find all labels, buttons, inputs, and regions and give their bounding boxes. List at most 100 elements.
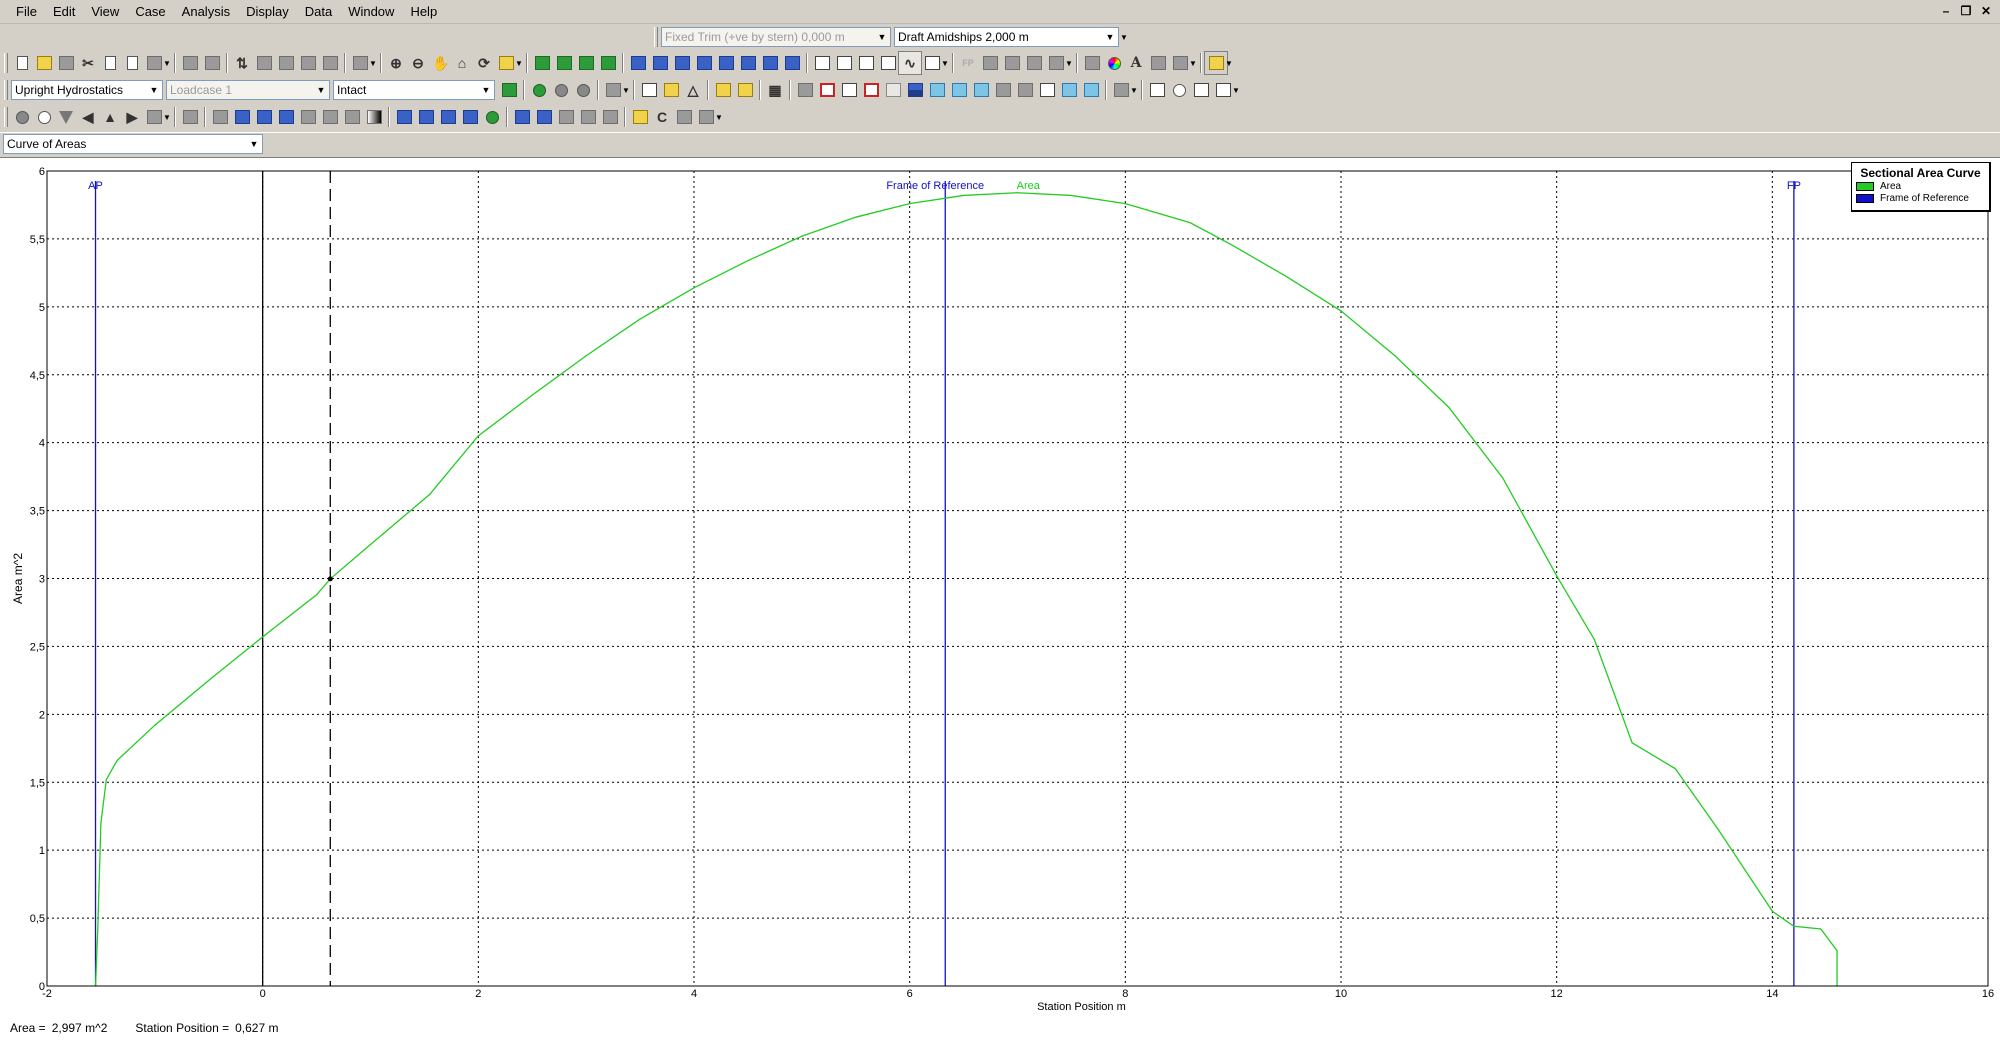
- grid-button-4[interactable]: [1045, 52, 1067, 74]
- data-button-2[interactable]: [533, 106, 555, 128]
- window-button-5[interactable]: [921, 52, 943, 74]
- tank-tool-3[interactable]: [838, 79, 860, 101]
- shape-tool-2[interactable]: [1168, 79, 1190, 101]
- grid-button-2[interactable]: [1001, 52, 1023, 74]
- chevron-down-icon[interactable]: ▼: [941, 59, 949, 68]
- tank-tool-5[interactable]: [882, 79, 904, 101]
- view-button-7[interactable]: [341, 106, 363, 128]
- chevron-down-icon[interactable]: ▼: [147, 82, 161, 98]
- fp-button[interactable]: FP: [957, 52, 979, 74]
- tank-tool-11[interactable]: [1014, 79, 1036, 101]
- section-button-2[interactable]: [660, 79, 682, 101]
- tank-tool-12[interactable]: [1036, 79, 1058, 101]
- analysis-type-combo[interactable]: Upright Hydrostatics ▼: [11, 80, 163, 100]
- color-button[interactable]: [1103, 52, 1125, 74]
- chevron-down-icon[interactable]: ▼: [1103, 29, 1117, 45]
- toolbar-grip[interactable]: [4, 80, 8, 100]
- view-button-1[interactable]: [209, 106, 231, 128]
- table-button[interactable]: [179, 52, 201, 74]
- window-button-3[interactable]: [855, 52, 877, 74]
- pause-button[interactable]: [550, 79, 572, 101]
- minimize-icon[interactable]: –: [1938, 3, 1954, 19]
- menu-data[interactable]: Data: [297, 2, 340, 21]
- run-button[interactable]: [528, 79, 550, 101]
- grid-button-1[interactable]: [979, 52, 1001, 74]
- chevron-down-icon[interactable]: ▼: [622, 86, 630, 95]
- cb-button[interactable]: C: [651, 106, 673, 128]
- tank-button-6[interactable]: [737, 52, 759, 74]
- tank-tool-13[interactable]: [1058, 79, 1080, 101]
- data-button-5[interactable]: [599, 106, 621, 128]
- window-button-4[interactable]: [877, 52, 899, 74]
- section-button-3[interactable]: △: [682, 79, 704, 101]
- start-analysis-button[interactable]: [1204, 51, 1228, 75]
- wedge-button[interactable]: [143, 106, 165, 128]
- chevron-down-icon[interactable]: ▼: [479, 82, 493, 98]
- load-button[interactable]: [179, 106, 201, 128]
- data-button-4[interactable]: [577, 106, 599, 128]
- insert-row-button[interactable]: [297, 52, 319, 74]
- home-view-button[interactable]: ⌂: [451, 52, 473, 74]
- wave-button-3[interactable]: [437, 106, 459, 128]
- chevron-down-icon[interactable]: ▼: [1065, 59, 1073, 68]
- tank-tool-14[interactable]: [1080, 79, 1102, 101]
- menu-window[interactable]: Window: [340, 2, 402, 21]
- shape-tool-3[interactable]: [1190, 79, 1212, 101]
- open-button[interactable]: [33, 52, 55, 74]
- chevron-down-icon[interactable]: ▼: [1232, 86, 1240, 95]
- section-button-1[interactable]: [638, 79, 660, 101]
- cone-button[interactable]: [55, 106, 77, 128]
- menu-case[interactable]: Case: [127, 2, 173, 21]
- tank-button-4[interactable]: [693, 52, 715, 74]
- data-button-1[interactable]: [511, 106, 533, 128]
- print-button[interactable]: [143, 52, 165, 74]
- wave-button-1[interactable]: [393, 106, 415, 128]
- view-button-5[interactable]: [297, 106, 319, 128]
- pan-button[interactable]: ✋: [429, 52, 451, 74]
- menu-file[interactable]: File: [8, 2, 45, 21]
- hull-button-1[interactable]: [531, 52, 553, 74]
- loadcase-combo[interactable]: Loadcase 1 ▼: [166, 80, 330, 100]
- window-button-2[interactable]: [833, 52, 855, 74]
- chevron-down-icon[interactable]: ▼: [875, 29, 889, 45]
- curve-of-areas-chart[interactable]: AP FPFrame of Reference Area -2 0 2 4 6 8 10 12 1…: [0, 158, 2000, 1016]
- toolbar-grip[interactable]: [654, 27, 658, 47]
- restore-icon[interactable]: ❐: [1958, 3, 1974, 19]
- tank-tool-8[interactable]: [948, 79, 970, 101]
- tank-tool-10[interactable]: [992, 79, 1014, 101]
- tank-tool-1[interactable]: [794, 79, 816, 101]
- view-button-2[interactable]: [231, 106, 253, 128]
- chevron-down-icon[interactable]: ▼: [163, 59, 171, 68]
- tank-button-5[interactable]: [715, 52, 737, 74]
- font-button[interactable]: A: [1125, 52, 1147, 74]
- chart-legend[interactable]: Sectional Area Curve Area Frame of Refer…: [1851, 162, 1991, 212]
- shape-tool-4[interactable]: [1212, 79, 1234, 101]
- grid-button-3[interactable]: [1023, 52, 1045, 74]
- chevron-down-icon[interactable]: ▼: [1189, 59, 1197, 68]
- tank-button-2[interactable]: [649, 52, 671, 74]
- tank-tool-2[interactable]: [816, 79, 838, 101]
- grid-tool-button[interactable]: [1110, 79, 1132, 101]
- hull-button-3[interactable]: [575, 52, 597, 74]
- rotate-button[interactable]: ⟳: [473, 52, 495, 74]
- tank-button-8[interactable]: [781, 52, 803, 74]
- view-button-4[interactable]: [275, 106, 297, 128]
- table-edit-button[interactable]: [201, 52, 223, 74]
- zoom-out-button[interactable]: ⊖: [407, 52, 429, 74]
- home-button[interactable]: [1081, 52, 1103, 74]
- copy-button[interactable]: [99, 52, 121, 74]
- pointer-button[interactable]: [695, 106, 717, 128]
- tank-tool-7[interactable]: [926, 79, 948, 101]
- chevron-down-icon[interactable]: ▼: [1130, 86, 1138, 95]
- graph-window[interactable]: AP FP Frame of Reference Area -2 0 2 4 6 8 10 12 1…: [0, 157, 2000, 1015]
- chevron-down-icon[interactable]: ▼: [1225, 59, 1233, 68]
- data-button-3[interactable]: [555, 106, 577, 128]
- arrow-left-button[interactable]: ◀: [77, 106, 99, 128]
- view-button-8[interactable]: [363, 106, 385, 128]
- menu-edit[interactable]: Edit: [45, 2, 83, 21]
- chevron-down-icon[interactable]: ▼: [247, 136, 261, 152]
- tank-tool-9[interactable]: [970, 79, 992, 101]
- settings-button[interactable]: [1169, 52, 1191, 74]
- view-button-3[interactable]: [253, 106, 275, 128]
- chevron-down-icon[interactable]: ▼: [369, 59, 377, 68]
